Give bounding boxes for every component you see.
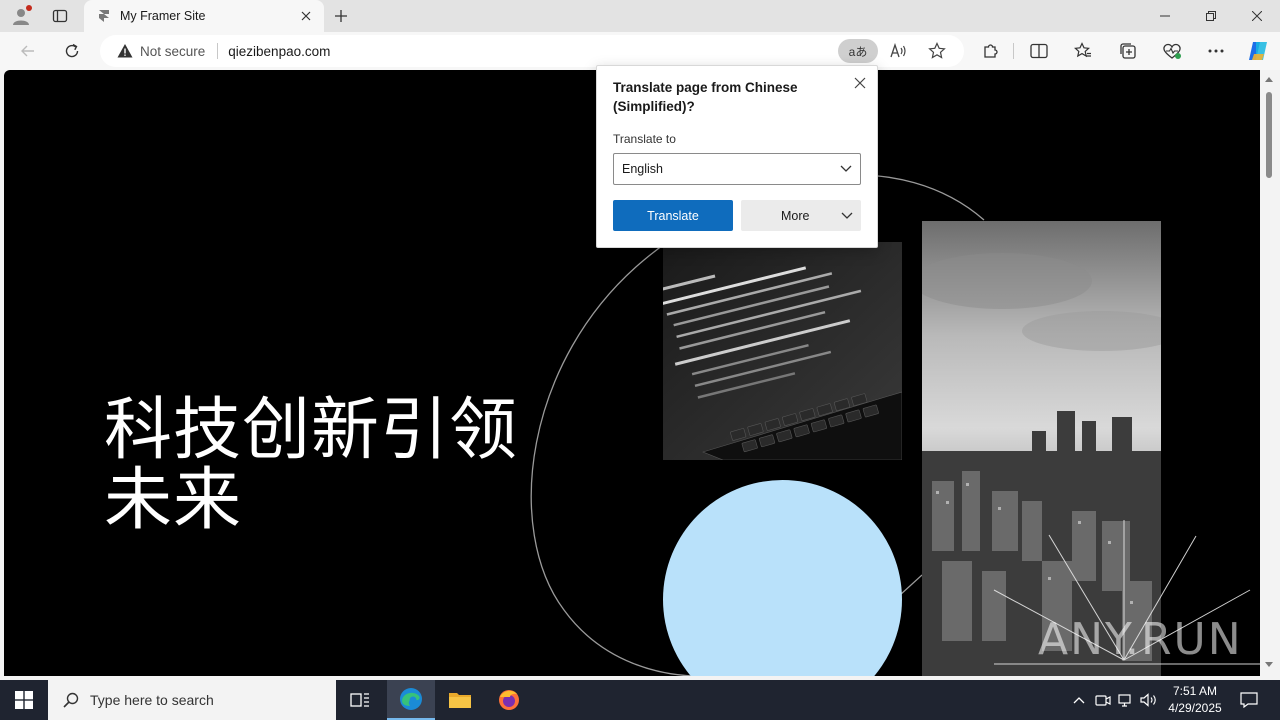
- close-window-button[interactable]: [1234, 0, 1280, 32]
- puzzle-icon: [984, 44, 998, 58]
- scroll-up-arrow-icon[interactable]: [1265, 76, 1273, 84]
- split-screen-icon: [1030, 43, 1048, 59]
- minimize-button[interactable]: [1142, 0, 1188, 32]
- network-icon: [1118, 694, 1131, 707]
- translate-popup-title: Translate page from Chinese (Simplified)…: [613, 80, 798, 114]
- firefox-button[interactable]: [485, 680, 533, 720]
- security-label[interactable]: Not secure: [140, 44, 205, 59]
- taskbar-search-box[interactable]: Type here to search: [48, 680, 336, 720]
- edge-taskbar-button[interactable]: [387, 680, 435, 720]
- notification-dot: [26, 5, 32, 11]
- favorites-list-icon: [1074, 42, 1091, 58]
- search-placeholder: Type here to search: [90, 692, 214, 708]
- firefox-icon: [499, 690, 519, 710]
- refresh-button[interactable]: [56, 35, 88, 67]
- tab-title: My Framer Site: [120, 9, 206, 23]
- taskbar-clock[interactable]: 7:51 AM 4/29/2025: [1160, 683, 1230, 717]
- notification-icon: [1240, 692, 1258, 708]
- show-hidden-icons-button[interactable]: [1068, 680, 1090, 720]
- star-icon: [928, 42, 946, 59]
- minimize-icon: [1160, 15, 1170, 17]
- clock-date: 4/29/2025: [1168, 701, 1222, 715]
- translate-popup-close-button[interactable]: [849, 72, 871, 94]
- copilot-button[interactable]: [1242, 35, 1274, 67]
- settings-more-button[interactable]: [1200, 35, 1232, 67]
- scroll-thumb[interactable]: [1266, 92, 1272, 178]
- clock-time: 7:51 AM: [1172, 684, 1218, 698]
- close-icon: [854, 77, 866, 89]
- selected-language: English: [622, 162, 663, 176]
- translate-popup: Translate page from Chinese (Simplified)…: [596, 65, 878, 248]
- chevron-down-icon: [841, 212, 853, 219]
- network-button[interactable]: [1115, 680, 1137, 720]
- address-divider: [217, 43, 219, 59]
- restore-icon: [1206, 11, 1216, 21]
- toolbar-divider: [1013, 43, 1014, 59]
- back-arrow-icon: [21, 45, 34, 57]
- file-explorer-button[interactable]: [436, 680, 484, 720]
- page-scrollbar[interactable]: [1260, 70, 1280, 676]
- framer-icon: [96, 8, 112, 24]
- windows-logo-icon: [15, 691, 33, 709]
- copilot-icon: [1249, 42, 1267, 60]
- tab-close-button[interactable]: [294, 4, 318, 28]
- warning-icon: [116, 42, 134, 60]
- heart-pulse-icon: [1163, 43, 1181, 59]
- task-view-icon: [350, 693, 369, 707]
- split-screen-button[interactable]: [1023, 35, 1055, 67]
- target-language-select[interactable]: English: [613, 153, 861, 185]
- folder-icon: [449, 693, 471, 708]
- url-text[interactable]: qiezibenpao.com: [228, 44, 330, 59]
- windows-taskbar: Type here to search 7:51 AM 4/29/2025: [0, 680, 1280, 720]
- more-dots-icon: [1208, 49, 1224, 53]
- collections-button[interactable]: [1112, 35, 1144, 67]
- task-view-button[interactable]: [336, 680, 384, 720]
- volume-button[interactable]: [1138, 680, 1160, 720]
- favorite-button[interactable]: [924, 39, 950, 63]
- address-bar[interactable]: Not secure qiezibenpao.com aあ: [100, 35, 964, 67]
- read-aloud-button[interactable]: [886, 39, 912, 63]
- refresh-icon: [65, 43, 79, 58]
- speaker-icon: [1140, 693, 1156, 707]
- translate-button[interactable]: aあ: [838, 39, 878, 63]
- chevron-up-icon: [1073, 697, 1085, 704]
- translate-to-label: Translate to: [613, 132, 676, 146]
- close-icon: [301, 11, 311, 21]
- tab-strip: My Framer Site: [0, 0, 1280, 32]
- meet-now-button[interactable]: [1092, 680, 1114, 720]
- restore-button[interactable]: [1188, 0, 1234, 32]
- notifications-button[interactable]: [1234, 680, 1264, 720]
- tab-actions-icon: [52, 9, 68, 23]
- edge-icon: [400, 688, 422, 710]
- plus-icon: [335, 10, 347, 22]
- read-aloud-icon: [890, 43, 906, 58]
- search-icon: [62, 691, 80, 709]
- more-button-label: More: [781, 208, 810, 223]
- camera-icon: [1095, 695, 1111, 706]
- new-tab-button[interactable]: [328, 4, 354, 28]
- extensions-button[interactable]: [975, 35, 1007, 67]
- tab-active[interactable]: My Framer Site: [84, 0, 324, 32]
- start-button[interactable]: [0, 680, 48, 720]
- tab-actions-button[interactable]: [46, 4, 74, 28]
- collections-icon: [1120, 43, 1136, 59]
- scroll-down-arrow-icon[interactable]: [1265, 660, 1273, 668]
- translate-button-primary[interactable]: Translate: [613, 200, 733, 231]
- browser-essentials-button[interactable]: [1156, 35, 1188, 67]
- watermark-text: ANY.RUN: [1038, 614, 1243, 665]
- close-icon: [1252, 11, 1262, 21]
- favorites-button[interactable]: [1067, 35, 1099, 67]
- more-button[interactable]: More: [741, 200, 861, 231]
- chevron-down-icon: [840, 165, 852, 172]
- profile-button[interactable]: [8, 4, 34, 28]
- back-button[interactable]: [12, 35, 44, 67]
